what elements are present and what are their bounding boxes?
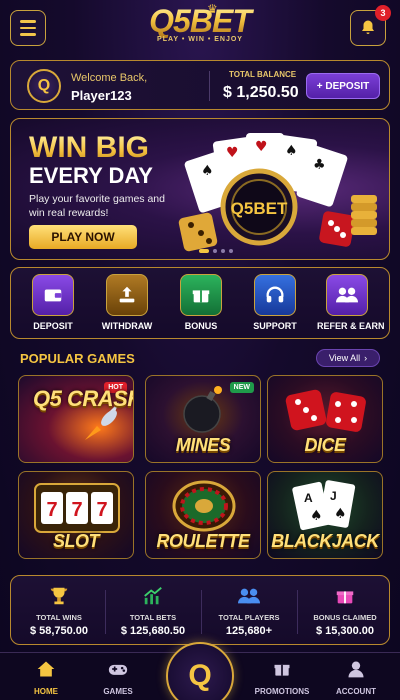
game-card-crash[interactable]: HOT Q5 CRASH [18,375,134,463]
nav-home[interactable]: HOME [6,659,86,696]
svg-text:7: 7 [46,499,57,521]
slot-machine-icon: 777 [34,483,120,533]
hamburger-icon [20,20,36,23]
logo-text: Q5BET [100,4,300,38]
svg-text:♣: ♣ [313,157,326,173]
svg-text:7: 7 [71,499,82,521]
welcome-card: Q Welcome Back, Player123 TOTAL BALANCE … [10,60,390,110]
gamepad-icon [108,664,128,675]
balance-label: TOTAL BALANCE [229,70,297,79]
gift-icon [274,664,290,676]
popular-games-title: POPULAR GAMES [20,351,135,366]
deposit-button[interactable]: + DEPOSIT [306,73,380,99]
play-now-button[interactable]: PLAY NOW [29,225,137,249]
action-deposit[interactable]: DEPOSIT [23,274,83,331]
game-title: Q5 CRASH [33,386,134,411]
users-icon [203,584,295,608]
avatar[interactable]: Q [27,69,61,103]
view-all-button[interactable]: View All › [316,349,380,367]
game-card-blackjack[interactable]: A J ♠ ♠ BLACKJACK [267,471,383,559]
menu-button[interactable] [10,10,46,46]
banner-title: WIN BIG [29,131,149,164]
wallet-icon [32,274,74,316]
stat-total-bets: TOTAL BETS $ 125,680.50 [107,584,199,637]
game-title: MINES [175,435,231,455]
coin-stack-icon [351,195,377,235]
home-icon [37,661,55,677]
svg-text:♠: ♠ [285,143,298,159]
banner-subtitle: Play your favorite games and win real re… [29,193,165,219]
chart-up-icon [107,584,199,608]
stat-bonus-claimed: BONUS CLAIMED $ 15,300.00 [299,584,391,637]
bell-icon [362,20,374,34]
action-refer-earn[interactable]: REFER & EARN [317,274,385,331]
svg-text:7: 7 [96,499,107,521]
dice-icon [285,389,366,432]
q5-logo-icon: Q [188,659,212,692]
notification-badge: 3 [375,5,391,21]
users-icon [326,274,368,316]
game-card-roulette[interactable]: ROULETTE [145,471,261,559]
banner-title-line2: EVERY DAY [29,163,153,188]
gift-icon [180,274,222,316]
action-support[interactable]: SUPPORT [245,274,305,331]
game-card-dice[interactable]: DICE [267,375,383,463]
crown-icon: ♛ [207,2,218,16]
svg-text:Q5BET: Q5BET [231,199,288,218]
notifications-button[interactable]: 3 [350,5,391,46]
welcome-greeting: Welcome Back, [71,72,148,84]
balance-value: $ 1,250.50 [223,84,299,101]
bomb-icon [183,386,222,433]
game-title: DICE [304,435,346,455]
quick-actions: DEPOSIT WITHDRAW BONUS SUPPORT REFER & E… [10,267,390,339]
svg-text:J: J [330,489,337,503]
nav-center-q5-button[interactable]: Q [166,642,234,700]
app-header: ♛ Q5BET PLAY • WIN • ENJOY 3 [0,0,400,56]
action-bonus[interactable]: BONUS [171,274,231,331]
headset-icon [254,274,296,316]
carousel-indicator[interactable] [199,249,233,253]
stat-total-wins: TOTAL WINS $ 58,750.00 [13,584,105,637]
game-card-mines[interactable]: NEW MINES [145,375,261,463]
svg-text:♠: ♠ [334,506,347,522]
promo-banner[interactable]: WIN BIG EVERY DAY Play your favorite gam… [10,118,390,260]
game-title: BLACKJACK [271,531,379,551]
svg-text:♥: ♥ [226,145,239,161]
game-card-slot[interactable]: 777 SLOT [18,471,134,559]
action-withdraw[interactable]: WITHDRAW [97,274,157,331]
casino-artwork: ♠ ♥ ♥ ♠ ♣ Q5BET [178,133,377,252]
chevron-right-icon: › [364,353,368,363]
new-badge: NEW [229,382,254,393]
trophy-icon [13,584,105,608]
game-title: ROULETTE [156,531,251,551]
stat-total-players: TOTAL PLAYERS 125,680+ [203,584,295,637]
nav-account[interactable]: ACCOUNT [316,659,396,696]
logo-tagline: PLAY • WIN • ENJOY [157,36,243,43]
user-icon [348,661,364,678]
nav-promotions[interactable]: PROMOTIONS [242,659,322,696]
svg-text:♥: ♥ [255,139,268,155]
stats-panel: TOTAL WINS $ 58,750.00 TOTAL BETS $ 125,… [10,575,390,645]
svg-text:A: A [304,491,313,505]
svg-text:♠: ♠ [310,508,323,524]
game-title: SLOT [53,531,100,551]
chip-icon: Q5BET [220,168,298,246]
app-logo[interactable]: ♛ Q5BET PLAY • WIN • ENJOY [100,2,300,43]
roulette-wheel-icon [172,480,236,532]
withdraw-icon [106,274,148,316]
nav-games[interactable]: GAMES [78,659,158,696]
svg-text:♠: ♠ [201,163,214,179]
cards-icon: A J ♠ ♠ [292,480,356,531]
username: Player123 [71,88,132,103]
divider [209,71,210,101]
gift-icon [299,584,391,608]
